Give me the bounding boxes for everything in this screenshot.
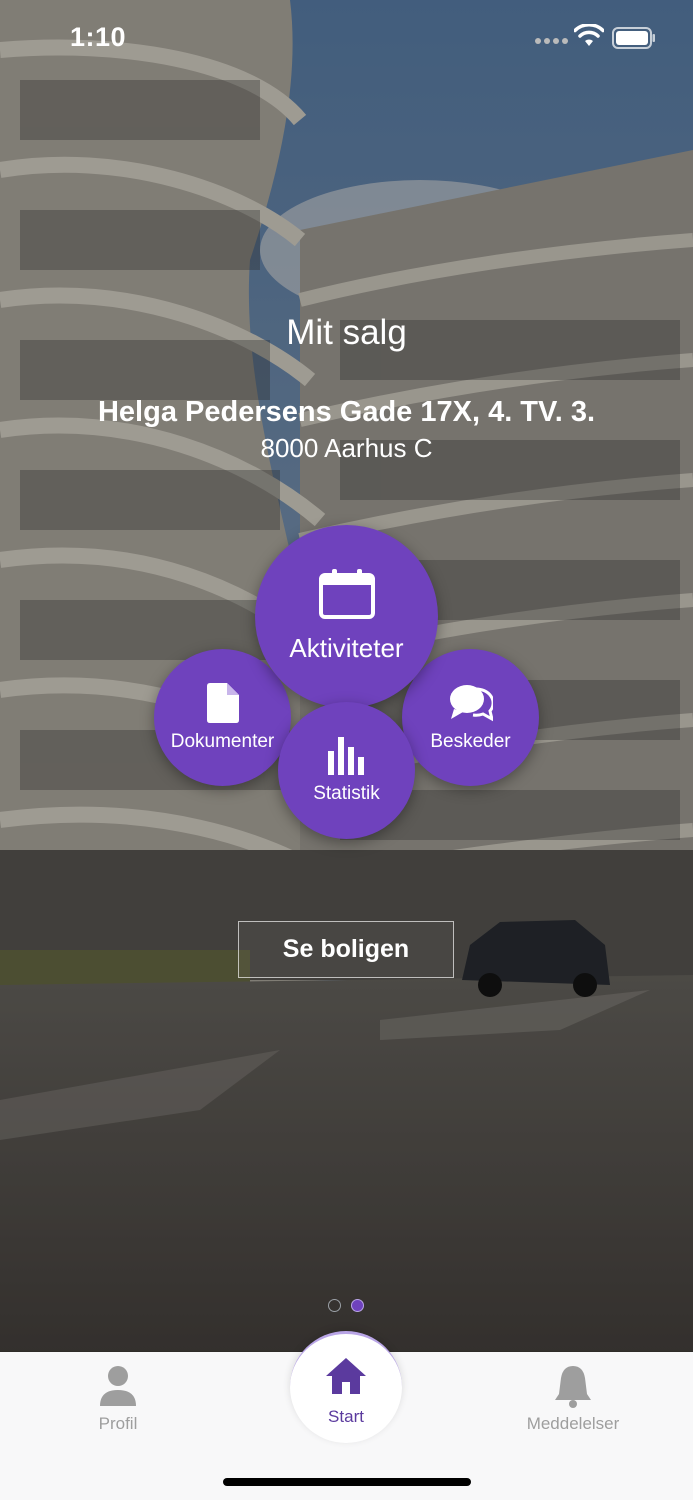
calendar-icon xyxy=(318,569,375,619)
tab-meddelelser-label: Meddelelser xyxy=(526,1414,620,1433)
status-bar: 1:10 xyxy=(0,0,693,80)
tab-profil-label: Profil xyxy=(98,1414,138,1433)
page-dot-1[interactable] xyxy=(328,1299,341,1312)
battery-icon xyxy=(612,27,655,49)
aktiviteter-button[interactable]: Aktiviteter xyxy=(255,525,438,708)
tab-meddelelser[interactable]: Meddelelser xyxy=(493,1364,653,1434)
chat-bubbles-icon xyxy=(449,684,493,721)
page-title: Mit salg xyxy=(286,313,407,352)
status-time: 1:10 xyxy=(70,22,127,52)
statistik-label: Statistik xyxy=(313,782,380,804)
home-indicator xyxy=(223,1478,471,1486)
page-indicator xyxy=(328,1299,368,1313)
tab-profil[interactable]: Profil xyxy=(38,1364,198,1434)
beskeder-button[interactable]: Beskeder xyxy=(402,649,539,786)
wifi-icon xyxy=(574,24,604,46)
home-icon xyxy=(326,1358,366,1394)
property-city: 8000 Aarhus C xyxy=(260,433,433,463)
document-icon xyxy=(206,682,239,723)
aktiviteter-label: Aktiviteter xyxy=(289,633,404,663)
se-boligen-button[interactable]: Se boligen xyxy=(238,921,454,978)
dokumenter-label: Dokumenter xyxy=(170,730,275,752)
tab-start[interactable]: Start xyxy=(290,1331,402,1443)
person-icon xyxy=(100,1366,136,1406)
page-dot-2-active[interactable] xyxy=(351,1299,364,1312)
dokumenter-button[interactable]: Dokumenter xyxy=(154,649,291,786)
statistik-button[interactable]: Statistik xyxy=(278,702,415,839)
beskeder-label: Beskeder xyxy=(430,730,511,752)
bar-chart-icon xyxy=(327,736,364,775)
tab-start-label: Start xyxy=(328,1407,364,1426)
bell-icon xyxy=(555,1366,591,1408)
property-address: Helga Pedersens Gade 17X, 4. TV. 3. xyxy=(97,396,596,428)
cellular-signal-icon xyxy=(535,38,568,44)
